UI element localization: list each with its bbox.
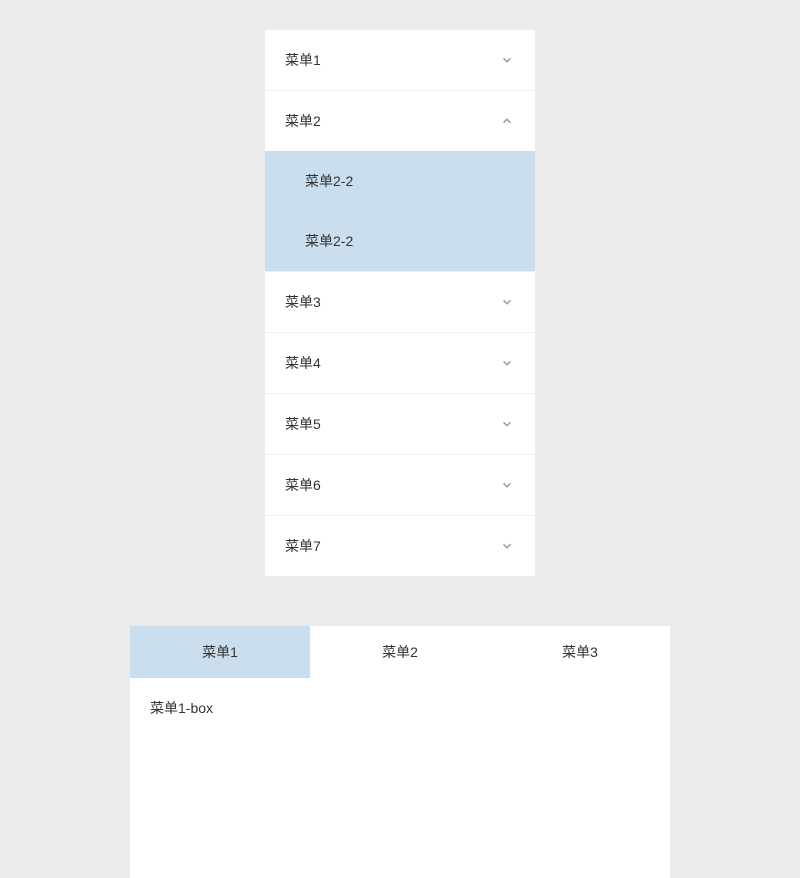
submenu-item[interactable]: 菜单2-2 [265,151,535,211]
accordion-header-5[interactable]: 菜单5 [265,394,535,454]
accordion-label: 菜单6 [285,475,321,495]
accordion-label: 菜单4 [285,353,321,373]
accordion-label: 菜单3 [285,292,321,312]
accordion-item-5: 菜单5 [265,394,535,455]
chevron-down-icon [499,52,515,68]
accordion-header-1[interactable]: 菜单1 [265,30,535,90]
accordion-header-7[interactable]: 菜单7 [265,516,535,576]
tab-panel: 菜单1 菜单2 菜单3 菜单1-box [130,626,670,878]
submenu-item[interactable]: 菜单2-2 [265,211,535,271]
submenu-2: 菜单2-2 菜单2-2 [265,151,535,271]
accordion-item-1: 菜单1 [265,30,535,91]
accordion-menu: 菜单1 菜单2 菜单2-2 菜单2-2 菜单3 菜单4 [265,30,535,576]
chevron-up-icon [499,113,515,129]
accordion-header-2[interactable]: 菜单2 [265,91,535,151]
accordion-header-6[interactable]: 菜单6 [265,455,535,515]
accordion-item-7: 菜单7 [265,516,535,576]
accordion-item-6: 菜单6 [265,455,535,516]
chevron-down-icon [499,538,515,554]
accordion-item-3: 菜单3 [265,272,535,333]
accordion-item-2: 菜单2 菜单2-2 菜单2-2 [265,91,535,272]
accordion-label: 菜单2 [285,111,321,131]
accordion-label: 菜单5 [285,414,321,434]
tab-3[interactable]: 菜单3 [490,626,670,678]
chevron-down-icon [499,477,515,493]
accordion-item-4: 菜单4 [265,333,535,394]
tab-header: 菜单1 菜单2 菜单3 [130,626,670,678]
chevron-down-icon [499,355,515,371]
accordion-label: 菜单1 [285,50,321,70]
chevron-down-icon [499,416,515,432]
tab-content: 菜单1-box [130,678,670,878]
tab-2[interactable]: 菜单2 [310,626,490,678]
accordion-header-4[interactable]: 菜单4 [265,333,535,393]
tab-1[interactable]: 菜单1 [130,626,310,678]
accordion-label: 菜单7 [285,536,321,556]
accordion-header-3[interactable]: 菜单3 [265,272,535,332]
chevron-down-icon [499,294,515,310]
